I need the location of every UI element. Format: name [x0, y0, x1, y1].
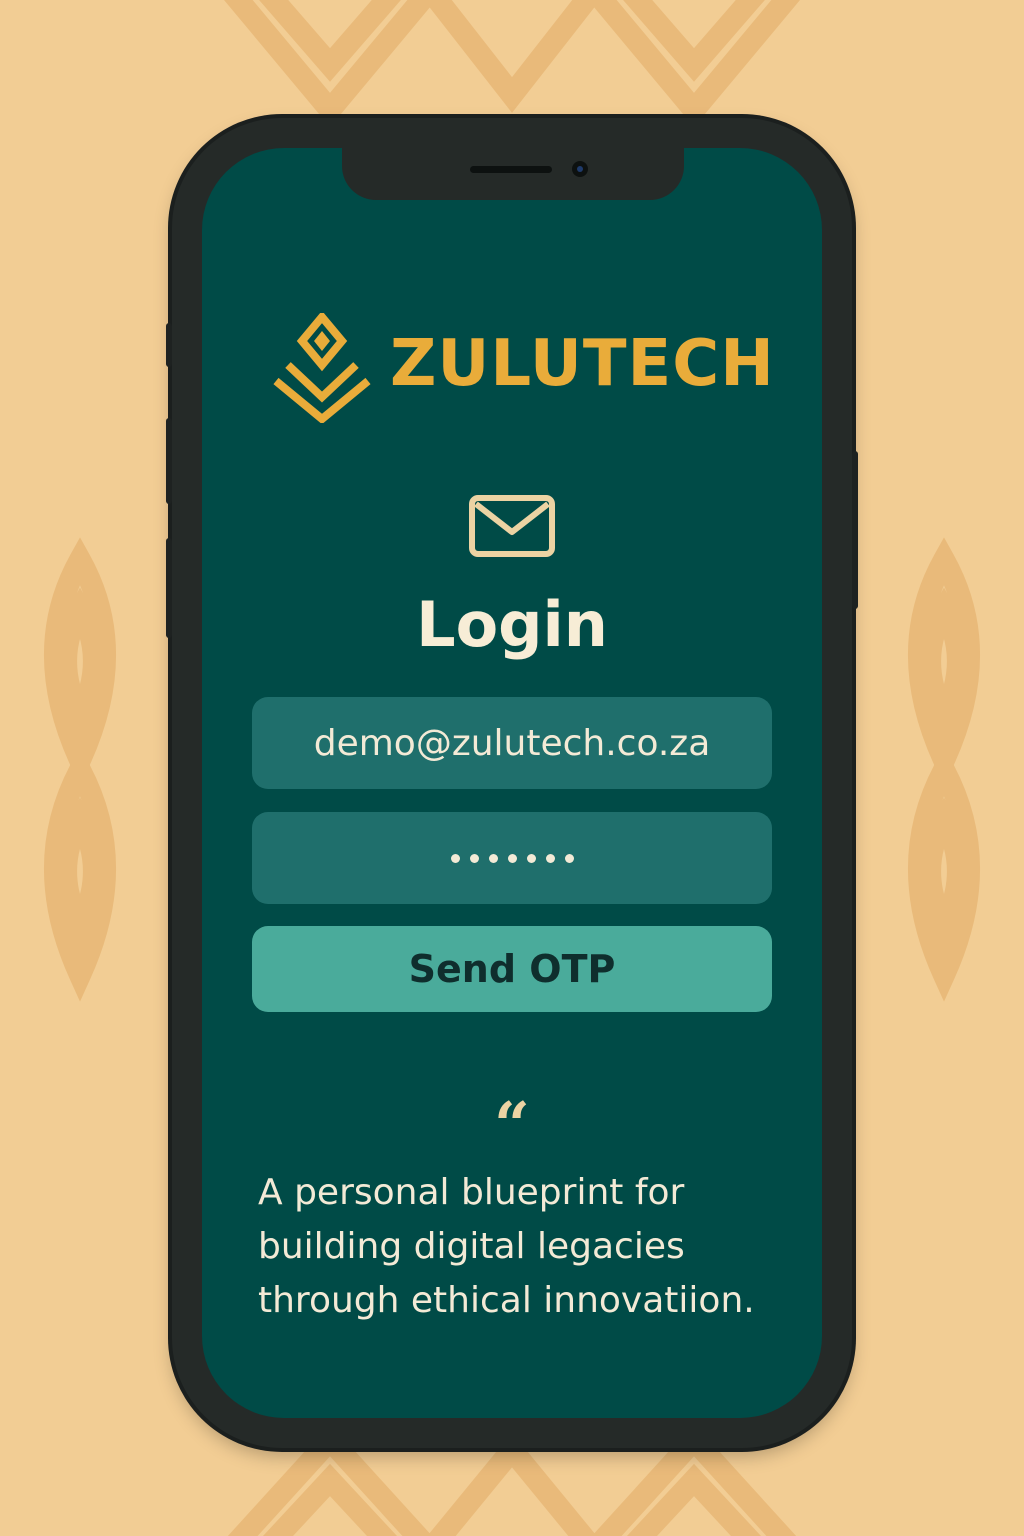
zulu-shield-chevron-icon: [273, 313, 371, 423]
email-field[interactable]: demo@zulutech.co.za: [252, 697, 772, 789]
speaker-grille: [470, 166, 552, 173]
mute-switch: [166, 323, 172, 367]
phone-screen: ZULUTECH Login demo@zulutech.co.za Send …: [202, 148, 822, 1418]
page-title: Login: [416, 588, 608, 661]
page: ZULUTECH Login demo@zulutech.co.za Send …: [0, 0, 1024, 1536]
brand-logo: ZULUTECH: [272, 313, 774, 423]
envelope-icon: [469, 495, 555, 557]
email-value: demo@zulutech.co.za: [313, 722, 711, 764]
volume-up-button: [166, 418, 172, 504]
front-camera: [572, 161, 588, 177]
tagline-quote: A personal blueprint for building digita…: [258, 1172, 755, 1321]
brand-name: ZULUTECH: [390, 327, 775, 401]
password-field[interactable]: [252, 812, 772, 904]
phone-frame: ZULUTECH Login demo@zulutech.co.za Send …: [166, 118, 858, 1448]
power-button: [852, 451, 858, 609]
password-mask: [450, 853, 574, 863]
notch: [342, 148, 684, 200]
volume-down-button: [166, 538, 172, 638]
quote-mark-icon: “: [494, 1088, 530, 1161]
send-otp-button[interactable]: Send OTP: [252, 926, 772, 1012]
